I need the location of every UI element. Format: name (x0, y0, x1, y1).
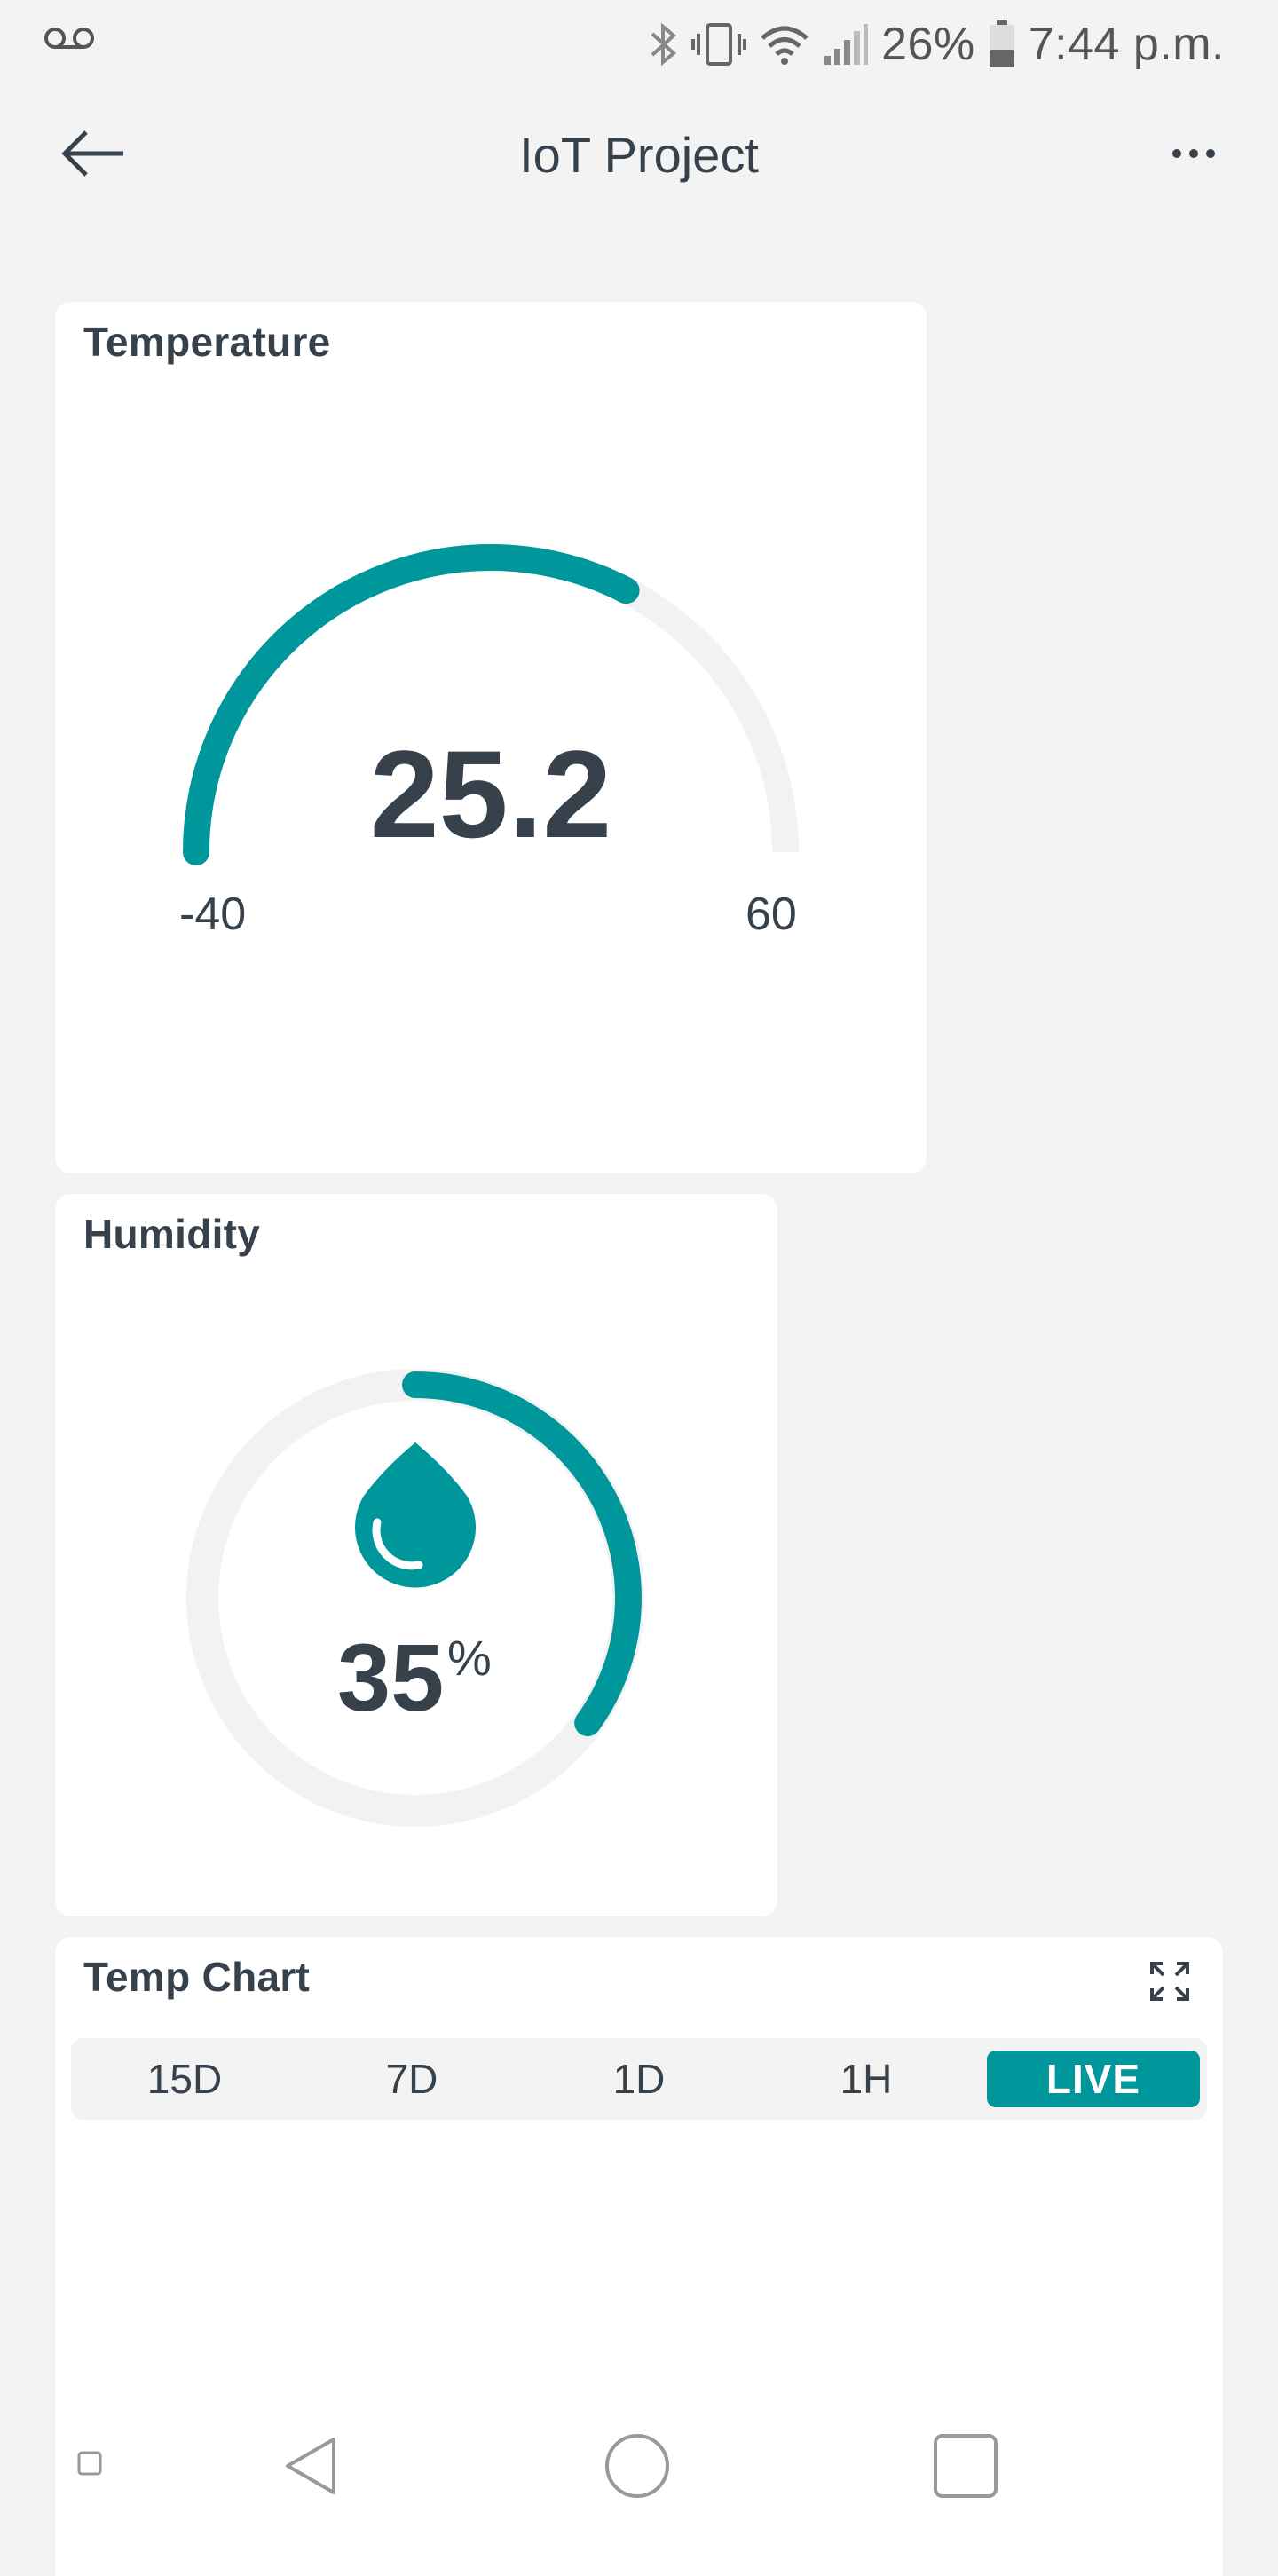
bluetooth-icon (649, 21, 679, 67)
temperature-value: 25.2 (369, 724, 612, 864)
range-live-button[interactable]: LIVE (987, 2051, 1200, 2107)
wifi-icon (759, 22, 810, 67)
app-bar: IoT Project (0, 89, 1278, 222)
back-triangle-icon[interactable] (275, 2430, 346, 2501)
system-nav-bar (0, 2397, 1278, 2530)
time-range-selector: 15D 7D 1D 1H LIVE (71, 2038, 1207, 2120)
humidity-value: 35 (337, 1624, 445, 1731)
battery-icon (988, 20, 1016, 69)
battery-percent: 26% (881, 19, 975, 70)
humidity-widget[interactable]: Humidity 35 % (55, 1194, 777, 1916)
home-circle-icon[interactable] (602, 2430, 673, 2501)
more-options-button[interactable] (1154, 124, 1234, 186)
expand-button[interactable] (1143, 1956, 1196, 2010)
page-title: IoT Project (519, 127, 759, 183)
more-horizontal-icon (1172, 147, 1216, 163)
temperature-widget[interactable]: Temperature 25.2 -40 60 (55, 302, 927, 1173)
range-1h-button[interactable]: 1H (760, 2051, 973, 2107)
temperature-min-label: -40 (179, 889, 247, 940)
recents-square-icon[interactable] (930, 2430, 1001, 2501)
voicemail-icon (44, 25, 94, 56)
expand-icon (1148, 1960, 1191, 2007)
clock: 7:44 p.m. (1028, 19, 1225, 70)
range-7d-button[interactable]: 7D (305, 2051, 518, 2107)
vibrate-icon (691, 21, 747, 67)
range-15d-button[interactable]: 15D (78, 2051, 291, 2107)
range-1d-button[interactable]: 1D (532, 2051, 746, 2107)
small-square-icon[interactable] (76, 2450, 103, 2477)
temperature-max-label: 60 (746, 889, 797, 940)
water-drop-icon (354, 1442, 476, 1588)
humidity-gauge (186, 1369, 644, 1827)
humidity-unit: % (447, 1630, 492, 1686)
temp-chart-title: Temp Chart (83, 1954, 311, 2000)
status-bar: 26% 7:44 p.m. (0, 0, 1278, 89)
signal-icon (823, 22, 869, 67)
